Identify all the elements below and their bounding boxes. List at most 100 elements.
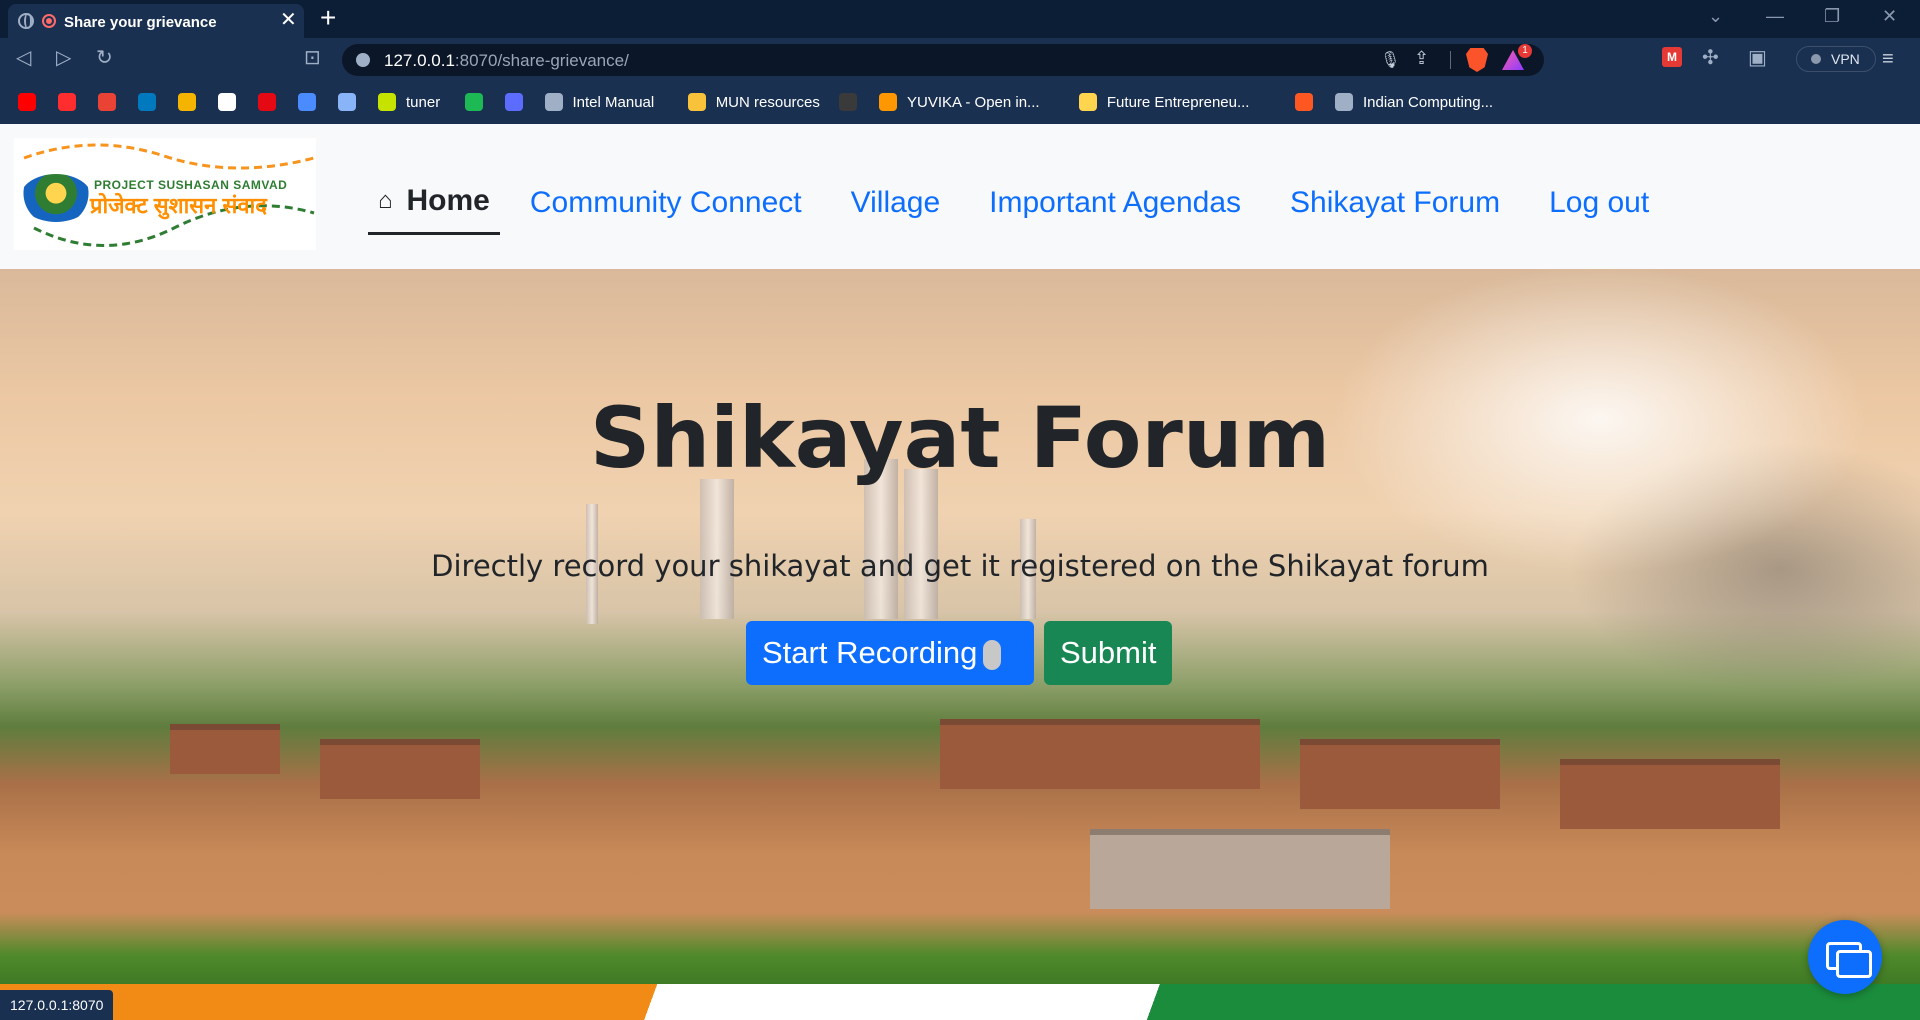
notification-badge: 1 bbox=[1518, 44, 1532, 58]
nav-important-agendas[interactable]: Important Agendas bbox=[989, 186, 1241, 220]
page-title: Shikayat Forum bbox=[589, 389, 1331, 487]
bookmark-label: MUN resources bbox=[715, 93, 820, 111]
bookmark-label: Intel Manual bbox=[572, 93, 655, 111]
github-icon bbox=[218, 93, 236, 111]
rocket-icon bbox=[879, 93, 897, 111]
start-recording-button[interactable]: Start Recording bbox=[746, 621, 1034, 685]
url-host: 127.0.0.1 bbox=[384, 51, 455, 70]
bookmark-item[interactable] bbox=[138, 92, 156, 112]
globe-icon bbox=[1335, 93, 1353, 111]
window-close-button[interactable]: ✕ bbox=[1882, 6, 1897, 26]
bookmark-item[interactable]: tuner bbox=[378, 92, 440, 112]
bookmark-item[interactable] bbox=[298, 92, 316, 112]
bird-icon bbox=[1078, 93, 1097, 111]
gemini-icon bbox=[338, 93, 356, 111]
bookmark-item[interactable]: MUN resources bbox=[687, 92, 820, 112]
bookmark-item[interactable] bbox=[258, 92, 276, 112]
site-navbar: PROJECT SUSHASAN SAMVAD प्रोजेक्ट सुशासन… bbox=[0, 124, 1920, 269]
back-icon[interactable]: ◁ bbox=[16, 47, 31, 69]
bookmark-item[interactable]: Intel Manual bbox=[544, 92, 655, 112]
gmail-icon bbox=[98, 93, 116, 111]
vpn-button[interactable]: VPN bbox=[1796, 46, 1876, 72]
address-bar[interactable]: 127.0.0.1:8070/share-grievance/ 🎙 ⇪ 1 bbox=[342, 44, 1544, 76]
nav-home[interactable]: ⌂ Home bbox=[368, 184, 500, 235]
bookmark-item[interactable] bbox=[1295, 92, 1313, 112]
background-hut bbox=[1090, 829, 1390, 909]
share-icon[interactable]: ⇪ bbox=[1414, 48, 1429, 69]
logo-emblem-icon bbox=[20, 174, 92, 222]
microphone-icon bbox=[983, 639, 1002, 670]
app-icon bbox=[504, 93, 523, 111]
menu-icon[interactable]: ≡ bbox=[1882, 48, 1894, 71]
tab-bar: Share your grievance ✕ + ⌄ — ❐ ✕ bbox=[0, 0, 1920, 38]
shield-icon bbox=[378, 93, 396, 111]
bookmark-label: Future Entrepreneu... bbox=[1106, 93, 1250, 111]
new-tab-button[interactable]: + bbox=[320, 3, 336, 33]
site-logo[interactable]: PROJECT SUSHASAN SAMVAD प्रोजेक्ट सुशासन… bbox=[14, 138, 316, 250]
tricolor-footer-band bbox=[0, 984, 1920, 1020]
folder-icon bbox=[687, 93, 706, 111]
youtube-music-icon bbox=[58, 93, 76, 111]
nav-community-connect[interactable]: Community Connect bbox=[530, 186, 802, 220]
action-buttons: Start Recording Submit bbox=[746, 621, 1172, 685]
bookmark-label: Indian Computing... bbox=[1363, 93, 1494, 111]
browser-toolbar: ◁ ▷ ↻ ⊡ 127.0.0.1:8070/share-grievance/ … bbox=[0, 38, 1920, 80]
background-hut bbox=[170, 724, 280, 774]
bookmark-item[interactable]: YUVIKA - Open in... bbox=[879, 92, 1040, 112]
nav-home-label: Home bbox=[406, 184, 490, 217]
background-chimney bbox=[904, 469, 938, 619]
bookmark-item[interactable] bbox=[504, 92, 523, 112]
microphone-icon[interactable]: 🎙 bbox=[1380, 50, 1400, 70]
minimize-button[interactable]: — bbox=[1766, 6, 1784, 26]
url-path: :8070/share-grievance/ bbox=[454, 51, 629, 70]
wallet-icon[interactable]: ▣ bbox=[1748, 47, 1767, 69]
bookmark-item[interactable] bbox=[178, 92, 196, 112]
globe-icon bbox=[544, 93, 563, 111]
main-nav: ⌂ Home Community Connect Village Importa… bbox=[368, 170, 1698, 235]
forward-icon[interactable]: ▷ bbox=[56, 47, 71, 69]
bookmark-item[interactable]: Indian Computing... bbox=[1335, 92, 1493, 112]
tab-search-icon[interactable]: ⌄ bbox=[1708, 6, 1723, 26]
bookmark-item[interactable] bbox=[98, 92, 116, 112]
start-recording-label: Start Recording bbox=[762, 635, 978, 670]
tab-title: Share your grievance bbox=[64, 14, 217, 31]
bookmark-item[interactable] bbox=[58, 92, 76, 112]
classroom-icon bbox=[178, 93, 196, 111]
bookmarks-bar: tuner Intel Manual MUN resources YUVIKA - O… bbox=[0, 80, 1920, 124]
recording-indicator-icon bbox=[42, 14, 56, 28]
browser-tab[interactable]: Share your grievance ✕ bbox=[8, 4, 304, 38]
extension-icon[interactable]: M bbox=[1662, 47, 1682, 67]
background-hut bbox=[1300, 739, 1500, 809]
bookmark-item[interactable] bbox=[839, 92, 857, 112]
home-icon: ⌂ bbox=[378, 187, 393, 214]
bookmark-item[interactable] bbox=[18, 92, 36, 112]
trello-icon bbox=[138, 93, 156, 111]
bookmark-item[interactable]: Future Entrepreneu... bbox=[1078, 92, 1250, 112]
nav-village[interactable]: Village bbox=[851, 186, 941, 220]
youtube-icon bbox=[18, 93, 36, 111]
bookmark-icon[interactable]: ⊡ bbox=[304, 47, 321, 69]
bookmark-item[interactable] bbox=[338, 92, 356, 112]
graduation-cap-icon bbox=[298, 93, 316, 111]
background-hut bbox=[320, 739, 480, 799]
dots-icon bbox=[839, 93, 857, 111]
globe-icon bbox=[18, 13, 34, 29]
site-info-icon[interactable] bbox=[356, 53, 370, 67]
reload-icon[interactable]: ↻ bbox=[96, 47, 113, 69]
web-page: PROJECT SUSHASAN SAMVAD प्रोजेक्ट सुशासन… bbox=[0, 124, 1920, 1020]
bookmark-item[interactable] bbox=[464, 92, 483, 112]
url-text[interactable]: 127.0.0.1:8070/share-grievance/ bbox=[384, 51, 629, 71]
background-hut bbox=[1560, 759, 1780, 829]
page-subtitle: Directly record your shikayat and get it… bbox=[431, 549, 1489, 583]
bookmark-item[interactable] bbox=[218, 92, 236, 112]
restore-button[interactable]: ❐ bbox=[1824, 6, 1840, 26]
netflix-icon bbox=[258, 93, 276, 111]
chat-widget-button[interactable] bbox=[1808, 920, 1882, 994]
submit-button[interactable]: Submit bbox=[1044, 621, 1172, 685]
brave-shields-icon[interactable] bbox=[1466, 48, 1488, 72]
nav-shikayat-forum[interactable]: Shikayat Forum bbox=[1290, 186, 1500, 220]
nav-log-out[interactable]: Log out bbox=[1549, 186, 1649, 220]
spotify-icon bbox=[464, 93, 483, 111]
puzzle-icon[interactable]: ✣ bbox=[1702, 47, 1719, 69]
tab-close-button[interactable]: ✕ bbox=[280, 10, 297, 30]
